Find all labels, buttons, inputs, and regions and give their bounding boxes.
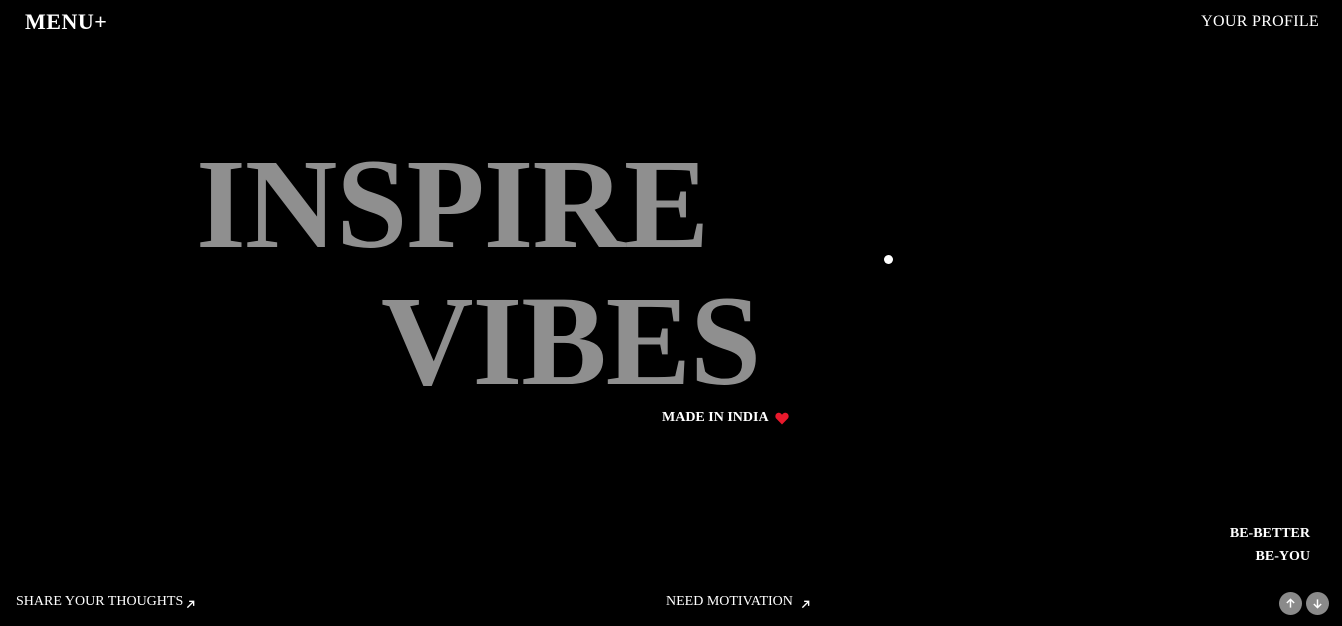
share-your-thoughts-link[interactable]: SHARE YOUR THOUGHTS (16, 594, 195, 610)
hero-title-line-1: INSPIRE (196, 133, 709, 275)
scroll-controls (1279, 592, 1329, 615)
made-in-india-text: MADE IN INDIA (662, 410, 769, 425)
arrow-up-right-icon (801, 598, 810, 608)
arrow-up-icon (1286, 598, 1295, 608)
arrow-up-right-icon (186, 598, 195, 608)
share-your-thoughts-label: SHARE YOUR THOUGHTS (16, 594, 184, 609)
page: MENU+ YOUR PROFILE INSPIRE VIBES MADE IN… (0, 0, 1342, 626)
tagline: BE-BETTER BE-YOU (1230, 522, 1310, 568)
made-in-india-label: MADE IN INDIA (662, 410, 789, 426)
hero-title-line-2: VIBES (381, 270, 761, 412)
your-profile-link[interactable]: YOUR PROFILE (1201, 13, 1319, 31)
tagline-line-2: BE-YOU (1255, 549, 1310, 564)
scroll-up-button[interactable] (1279, 592, 1302, 615)
scroll-down-button[interactable] (1306, 592, 1329, 615)
need-motivation-link[interactable]: NEED MOTIVATION (666, 594, 810, 610)
menu-button[interactable]: MENU+ (25, 9, 107, 35)
arrow-down-icon (1313, 599, 1322, 609)
cursor-dot (884, 255, 893, 264)
need-motivation-label: NEED MOTIVATION (666, 594, 793, 609)
heart-icon (774, 412, 789, 425)
tagline-line-1: BE-BETTER (1229, 526, 1310, 541)
